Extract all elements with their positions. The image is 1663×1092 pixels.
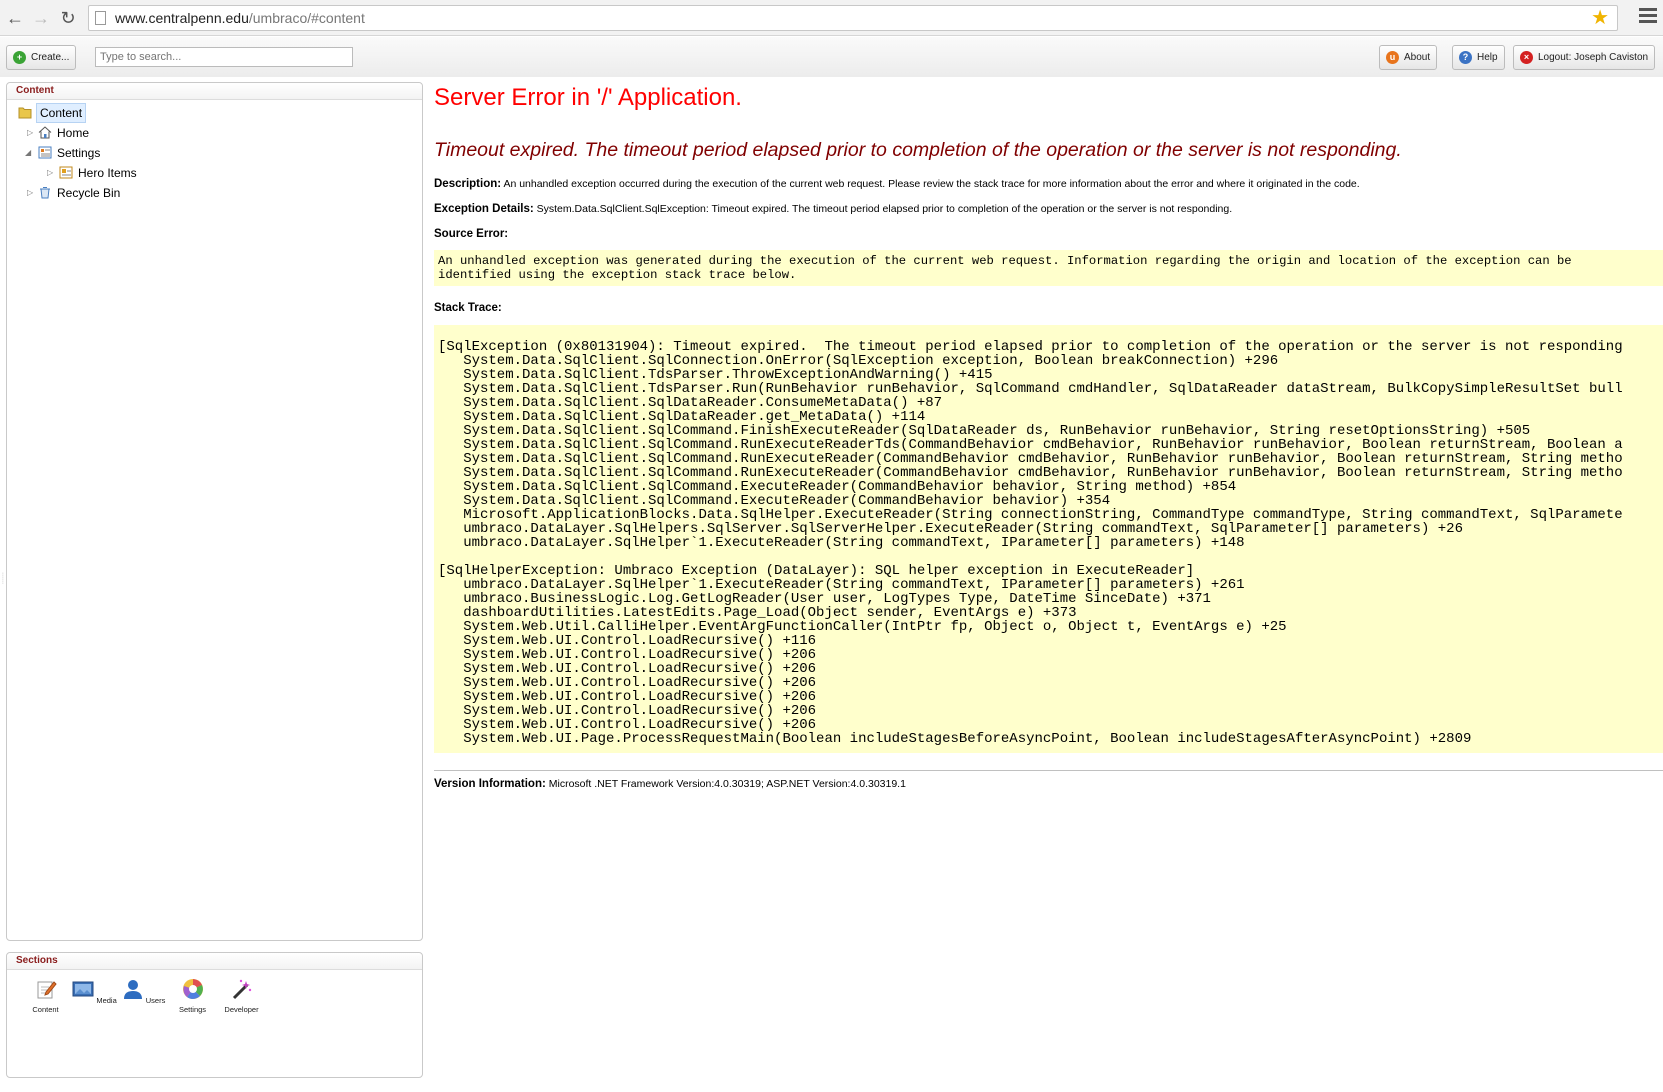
version-information: Version Information: Microsoft .NET Fram… <box>434 778 906 790</box>
tree-item-hero-items[interactable]: ▷ Hero Items <box>7 164 422 184</box>
stack-trace-line: System.Web.UI.Control.LoadRecursive() +2… <box>438 689 817 705</box>
stack-trace-line: System.Data.SqlClient.SqlCommand.FinishE… <box>438 423 1531 439</box>
exception-details: Exception Details: System.Data.SqlClient… <box>434 203 1233 215</box>
stack-trace-line: System.Data.SqlClient.TdsParser.Run(RunB… <box>438 381 1623 397</box>
recycle-bin-icon <box>40 187 50 199</box>
about-icon: u <box>1386 51 1399 64</box>
expand-arrow-icon[interactable]: ▷ <box>47 164 53 182</box>
stack-trace-box: [SqlException (0x80131904): Timeout expi… <box>434 325 1663 753</box>
users-section-icon <box>123 980 142 999</box>
panel-resize-handle[interactable]: ⋮ ⋮ <box>0 573 6 597</box>
stack-trace-line: umbraco.DataLayer.SqlHelpers.SqlServer.S… <box>438 521 1463 537</box>
stack-trace-line: dashboardUtilities.LatestEdits.Page_Load… <box>438 605 1077 621</box>
media-section-icon <box>72 981 94 997</box>
tree-item-recycle-bin[interactable]: ▷ Recycle Bin <box>7 184 422 204</box>
stack-trace-line: System.Data.SqlClient.SqlDataReader.get_… <box>438 409 926 425</box>
stack-trace-line: System.Web.UI.Control.LoadRecursive() +1… <box>438 633 817 649</box>
divider <box>434 770 1663 771</box>
stack-trace-line: System.Data.SqlClient.TdsParser.ThrowExc… <box>438 367 993 383</box>
folder-icon <box>18 107 32 119</box>
expand-arrow-icon[interactable]: ▷ <box>27 184 33 202</box>
logout-icon: × <box>1520 51 1533 64</box>
section-settings[interactable]: Settings <box>168 978 217 1014</box>
sections-panel: Sections Content Media Users Settings De… <box>6 952 423 1078</box>
settings-section-icon <box>182 979 203 999</box>
content-tree: Content ▷ Home ◢ Settings ▷ Hero Items ▷… <box>7 100 422 204</box>
section-content[interactable]: Content <box>21 978 70 1014</box>
plus-icon: + <box>13 51 26 64</box>
create-button[interactable]: + Create... <box>6 45 77 70</box>
stack-trace-line: System.Web.UI.Page.ProcessRequestMain(Bo… <box>438 731 1472 747</box>
content-section-icon <box>37 981 57 999</box>
home-icon <box>38 126 52 139</box>
browser-toolbar: ← → ↻ www.centralpenn.edu/umbraco/#conte… <box>0 0 1663 36</box>
umbraco-toolbar: + Create... u About ? Help × Logout: Jos… <box>0 37 1663 77</box>
search-input[interactable] <box>95 47 353 67</box>
error-title: Server Error in '/' Application. <box>434 84 742 111</box>
tree-item-content-root[interactable]: Content <box>7 103 422 124</box>
stack-trace-line: umbraco.BusinessLogic.Log.GetLogReader(U… <box>438 591 1211 607</box>
back-arrow-icon[interactable]: ← <box>4 7 26 29</box>
stack-trace-line: [SqlException (0x80131904): Timeout expi… <box>438 339 1623 355</box>
stack-trace-line: System.Data.SqlClient.SqlCommand.RunExec… <box>438 465 1623 481</box>
tree-item-home[interactable]: ▷ Home <box>7 124 422 144</box>
settings-page-icon <box>38 146 52 159</box>
developer-section-icon <box>232 979 251 1000</box>
bookmark-star-icon[interactable]: ★ <box>1591 6 1609 30</box>
stack-trace-line: System.Web.UI.Control.LoadRecursive() +2… <box>438 661 817 677</box>
reload-icon[interactable]: ↻ <box>57 7 79 29</box>
stack-trace-heading: Stack Trace: <box>434 302 502 314</box>
error-subtitle: Timeout expired. The timeout period elap… <box>434 139 1402 161</box>
forward-arrow-icon[interactable]: → <box>30 7 52 29</box>
page-icon <box>95 11 106 25</box>
help-icon: ? <box>1459 51 1472 64</box>
stack-trace-line: System.Web.UI.Control.LoadRecursive() +2… <box>438 703 817 719</box>
collapse-arrow-icon[interactable]: ◢ <box>25 144 31 162</box>
stack-trace-line: System.Web.UI.Control.LoadRecursive() +2… <box>438 717 817 733</box>
url-text: www.centralpenn.edu/umbraco/#content <box>115 10 365 26</box>
expand-arrow-icon[interactable]: ▷ <box>27 124 33 142</box>
content-tree-panel: Content Content ▷ Home ◢ Settings ▷ Hero… <box>6 82 423 941</box>
content-panel-title: Content <box>7 83 422 100</box>
stack-trace-line: System.Web.UI.Control.LoadRecursive() +2… <box>438 675 817 691</box>
source-error-heading: Source Error: <box>434 228 509 240</box>
stack-trace-line: [SqlHelperException: Umbraco Exception (… <box>438 563 1195 579</box>
error-description: Description: An unhandled exception occu… <box>434 178 1360 190</box>
source-error-box: An unhandled exception was generated dur… <box>434 250 1663 286</box>
stack-trace-line: umbraco.DataLayer.SqlHelper`1.ExecuteRea… <box>438 535 1245 551</box>
stack-trace-line: System.Data.SqlClient.SqlDataReader.Cons… <box>438 395 943 411</box>
stack-trace-line <box>438 550 1659 564</box>
stack-trace-line: System.Web.UI.Control.LoadRecursive() +2… <box>438 647 817 663</box>
stack-trace-line: System.Data.SqlClient.SqlConnection.OnEr… <box>438 353 1279 369</box>
help-button[interactable]: ? Help <box>1452 45 1505 70</box>
hero-items-icon <box>59 166 73 179</box>
stack-trace-line: System.Data.SqlClient.SqlCommand.RunExec… <box>438 451 1623 467</box>
stack-trace-line: System.Web.Util.CalliHelper.EventArgFunc… <box>438 619 1287 635</box>
address-bar[interactable]: www.centralpenn.edu/umbraco/#content ★ <box>88 5 1618 31</box>
section-developer[interactable]: Developer <box>217 978 266 1014</box>
tree-item-settings[interactable]: ◢ Settings <box>7 144 422 164</box>
stack-trace-line: System.Data.SqlClient.SqlCommand.Execute… <box>438 479 1237 495</box>
about-button[interactable]: u About <box>1379 45 1438 70</box>
stack-trace-line: umbraco.DataLayer.SqlHelper`1.ExecuteRea… <box>438 577 1245 593</box>
browser-menu-icon[interactable] <box>1639 8 1657 24</box>
logout-button[interactable]: × Logout: Joseph Caviston <box>1513 45 1656 70</box>
stack-trace-line: Microsoft.ApplicationBlocks.Data.SqlHelp… <box>438 507 1623 523</box>
stack-trace-line: System.Data.SqlClient.SqlCommand.RunExec… <box>438 437 1623 453</box>
sections-list: Content Media Users Settings Developer <box>7 970 422 1014</box>
section-media[interactable]: Media <box>70 978 119 1014</box>
section-users[interactable]: Users <box>119 978 168 1014</box>
sections-panel-title: Sections <box>7 953 422 970</box>
stack-trace-line: System.Data.SqlClient.SqlCommand.Execute… <box>438 493 1111 509</box>
